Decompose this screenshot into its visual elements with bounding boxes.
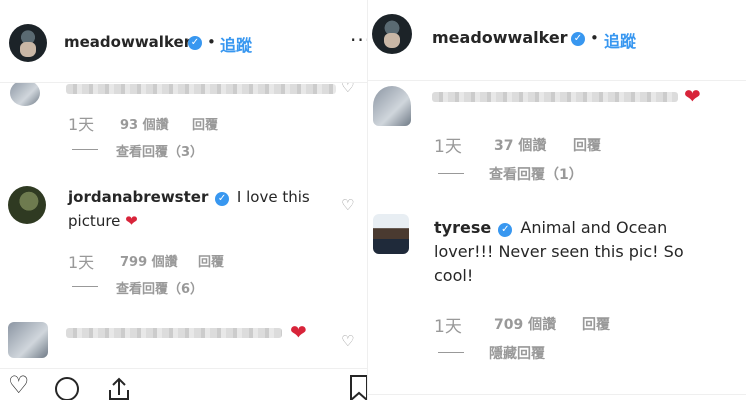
post-header: meadowwalker ✓ • 追蹤: [368, 0, 746, 81]
replies-divider: [438, 173, 464, 174]
hide-replies-button[interactable]: 隱藏回覆: [489, 343, 545, 363]
verified-badge-icon: ✓: [498, 223, 513, 237]
view-replies-button[interactable]: 查看回覆（3）: [116, 141, 203, 160]
replies-divider: [72, 149, 98, 150]
comment-username[interactable]: jordanabrewster: [68, 188, 208, 206]
like-comment-heart-icon[interactable]: ♡: [341, 196, 354, 214]
comment-likes[interactable]: 37 個讚: [494, 135, 546, 155]
view-replies-button[interactable]: 查看回覆（1）: [489, 164, 583, 184]
post-username[interactable]: meadowwalker: [432, 28, 568, 47]
share-icon[interactable]: [104, 373, 134, 400]
reply-button[interactable]: 回覆: [582, 314, 610, 334]
avatar[interactable]: [373, 214, 409, 254]
heart-icon[interactable]: ♡: [8, 371, 30, 399]
avatar[interactable]: [9, 24, 47, 62]
replies-divider: [438, 352, 464, 353]
comment-likes[interactable]: 799 個讚: [120, 251, 178, 270]
blurred-avatar: [10, 80, 40, 106]
blurred-comment-text: [66, 84, 336, 94]
comment-body-line3: cool!: [434, 266, 474, 285]
blurred-comment-text: [66, 328, 282, 338]
reply-button[interactable]: 回覆: [198, 251, 224, 270]
separator-dot: •: [207, 33, 216, 51]
separator-dot: •: [590, 29, 599, 47]
replies-divider: [72, 286, 98, 287]
comment-time: 1天: [434, 137, 462, 157]
follow-button[interactable]: 追蹤: [220, 32, 252, 56]
verified-badge-icon: ✓: [215, 192, 230, 206]
like-comment-heart-icon[interactable]: ♡: [341, 332, 354, 350]
comment-username[interactable]: tyrese: [434, 218, 491, 237]
comment-body-line1: Animal and Ocean: [520, 218, 668, 237]
heart-emoji: ❤: [125, 212, 138, 230]
reply-button[interactable]: 回覆: [192, 114, 218, 133]
comment-time: 1天: [68, 115, 95, 134]
left-post-panel: ♡ 1天 93 個讚 回覆 查看回覆（3） jordanabrewster ✓ …: [0, 0, 370, 400]
comment-icon[interactable]: [53, 375, 81, 400]
verified-badge-icon: ✓: [188, 36, 202, 50]
comment-text: tyrese ✓ Animal and Ocean lover!!! Never…: [434, 216, 734, 288]
comment-time: 1天: [68, 253, 95, 272]
reply-button[interactable]: 回覆: [573, 135, 601, 155]
heart-emoji: ❤: [684, 84, 701, 108]
comment-body-line2: lover!!! Never seen this pic! So: [434, 242, 684, 261]
comment-text: jordanabrewster ✓ I love this picture ❤: [68, 185, 338, 233]
comment-likes[interactable]: 709 個讚: [494, 314, 556, 334]
action-bar: ♡: [0, 368, 370, 400]
blurred-comment-text: [432, 92, 678, 102]
right-post-panel: meadowwalker ✓ • 追蹤 ❤ 1天 37 個讚 回覆 查看回覆（1…: [367, 0, 746, 400]
view-replies-button[interactable]: 查看回覆（6）: [116, 278, 203, 297]
post-header: meadowwalker ✓ • 追蹤 ···: [0, 0, 370, 83]
post-username[interactable]: meadowwalker: [64, 33, 191, 51]
blurred-avatar: [8, 322, 48, 358]
follow-button[interactable]: 追蹤: [604, 28, 636, 52]
comment-likes[interactable]: 93 個讚: [120, 114, 169, 133]
comment-time: 1天: [434, 317, 462, 337]
avatar[interactable]: [8, 186, 46, 224]
avatar[interactable]: [372, 14, 412, 54]
blurred-avatar: [373, 86, 411, 126]
heart-emoji: ❤: [290, 320, 307, 344]
verified-badge-icon: ✓: [571, 32, 585, 46]
panel-divider: [368, 394, 746, 395]
